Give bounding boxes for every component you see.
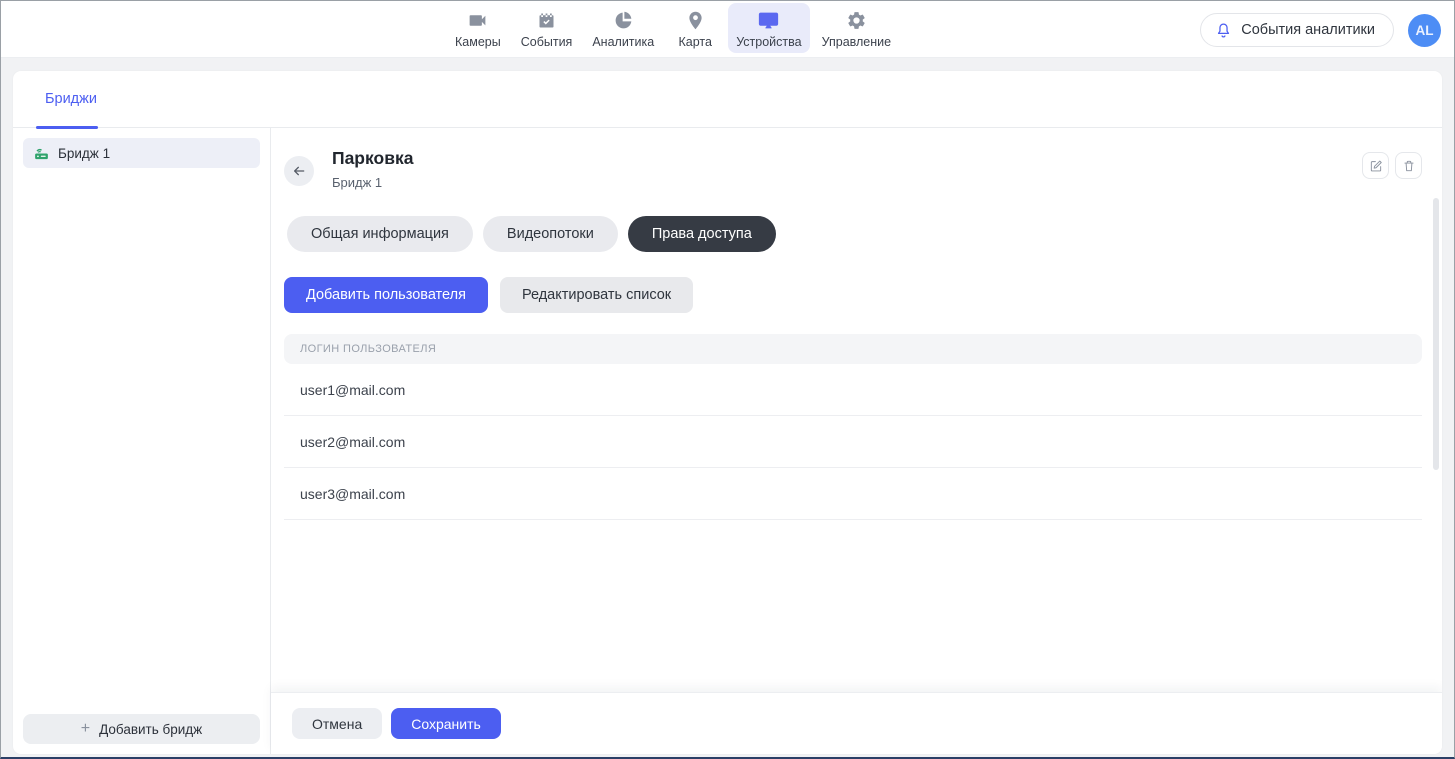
table-header-login: ЛОГИН ПОЛЬЗОВАТЕЛЯ bbox=[284, 334, 1422, 364]
top-navigation-bar: Камеры События Аналитика Карта bbox=[1, 1, 1454, 58]
bell-icon bbox=[1215, 22, 1232, 39]
calendar-check-icon bbox=[535, 8, 559, 32]
active-tab-underline bbox=[36, 126, 98, 129]
tab-video-streams[interactable]: Видеопотоки bbox=[483, 216, 618, 252]
add-user-button[interactable]: Добавить пользователя bbox=[284, 277, 488, 313]
add-bridge-button[interactable]: + Добавить бридж bbox=[23, 714, 260, 744]
nav-item-cameras[interactable]: Камеры bbox=[447, 3, 509, 53]
bridge-detail-content: Парковка Бридж 1 О bbox=[271, 128, 1442, 692]
user-login-table: ЛОГИН ПОЛЬЗОВАТЕЛЯ user1@mail.com user2@… bbox=[284, 334, 1422, 520]
nav-item-analytics[interactable]: Аналитика bbox=[584, 3, 662, 53]
avatar[interactable]: AL bbox=[1408, 14, 1441, 47]
table-row[interactable]: user3@mail.com bbox=[284, 468, 1422, 520]
app-window: Камеры События Аналитика Карта bbox=[0, 0, 1455, 759]
tab-bridges[interactable]: Бриджи bbox=[45, 91, 97, 107]
detail-header: Парковка Бридж 1 bbox=[284, 148, 1422, 190]
header-actions bbox=[1362, 152, 1422, 179]
bridge-device-icon bbox=[33, 145, 50, 162]
nav-label: События bbox=[521, 35, 573, 49]
edit-icon bbox=[1369, 159, 1383, 173]
detail-tabs: Общая информация Видеопотоки Права досту… bbox=[287, 216, 1422, 252]
analytics-events-button[interactable]: События аналитики bbox=[1200, 13, 1394, 47]
table-row[interactable]: user2@mail.com bbox=[284, 416, 1422, 468]
form-footer: Отмена Сохранить bbox=[271, 692, 1442, 754]
nav-item-management[interactable]: Управление bbox=[814, 3, 900, 53]
card-tab-bar: Бриджи bbox=[13, 71, 1442, 128]
tab-access-rights[interactable]: Права доступа bbox=[628, 216, 776, 252]
bridges-sidebar: Бридж 1 + Добавить бридж bbox=[13, 128, 271, 754]
plus-icon: + bbox=[81, 721, 90, 737]
nav-item-map[interactable]: Карта bbox=[666, 3, 724, 53]
arrow-left-icon bbox=[291, 163, 307, 179]
cancel-button[interactable]: Отмена bbox=[292, 708, 382, 739]
table-row[interactable]: user1@mail.com bbox=[284, 364, 1422, 416]
nav-label: Управление bbox=[822, 35, 892, 49]
content-card: Бриджи Бридж 1 bbox=[13, 71, 1442, 754]
access-actions: Добавить пользователя Редактировать спис… bbox=[284, 277, 1422, 313]
save-button[interactable]: Сохранить bbox=[391, 708, 501, 739]
scrollbar-thumb[interactable] bbox=[1433, 198, 1439, 470]
analytics-events-label: События аналитики bbox=[1241, 22, 1375, 38]
bridge-detail-panel: Парковка Бридж 1 О bbox=[271, 128, 1442, 754]
page-subtitle: Бридж 1 bbox=[332, 175, 413, 190]
add-bridge-label: Добавить бридж bbox=[99, 722, 202, 737]
back-button[interactable] bbox=[284, 156, 314, 186]
video-camera-icon bbox=[466, 8, 490, 32]
map-pin-icon bbox=[683, 8, 707, 32]
main-nav: Камеры События Аналитика Карта bbox=[445, 1, 901, 58]
edit-button[interactable] bbox=[1362, 152, 1389, 179]
nav-item-devices[interactable]: Устройства bbox=[728, 3, 809, 53]
nav-label: Карта bbox=[678, 35, 711, 49]
title-block: Парковка Бридж 1 bbox=[332, 148, 413, 190]
pie-chart-icon bbox=[611, 8, 635, 32]
bridge-item-label: Бридж 1 bbox=[58, 146, 110, 161]
nav-label: Аналитика bbox=[592, 35, 654, 49]
bridge-list: Бридж 1 bbox=[13, 128, 270, 704]
tab-general-info[interactable]: Общая информация bbox=[287, 216, 473, 252]
trash-icon bbox=[1402, 159, 1416, 173]
gear-icon bbox=[844, 8, 868, 32]
monitor-icon bbox=[757, 8, 781, 32]
sidebar-item-bridge-1[interactable]: Бридж 1 bbox=[23, 138, 260, 168]
delete-button[interactable] bbox=[1395, 152, 1422, 179]
edit-list-button[interactable]: Редактировать список bbox=[500, 277, 693, 313]
page-title: Парковка bbox=[332, 148, 413, 169]
nav-item-events[interactable]: События bbox=[513, 3, 581, 53]
nav-label: Устройства bbox=[736, 35, 801, 49]
topbar-right: События аналитики AL bbox=[1200, 13, 1441, 47]
nav-label: Камеры bbox=[455, 35, 501, 49]
